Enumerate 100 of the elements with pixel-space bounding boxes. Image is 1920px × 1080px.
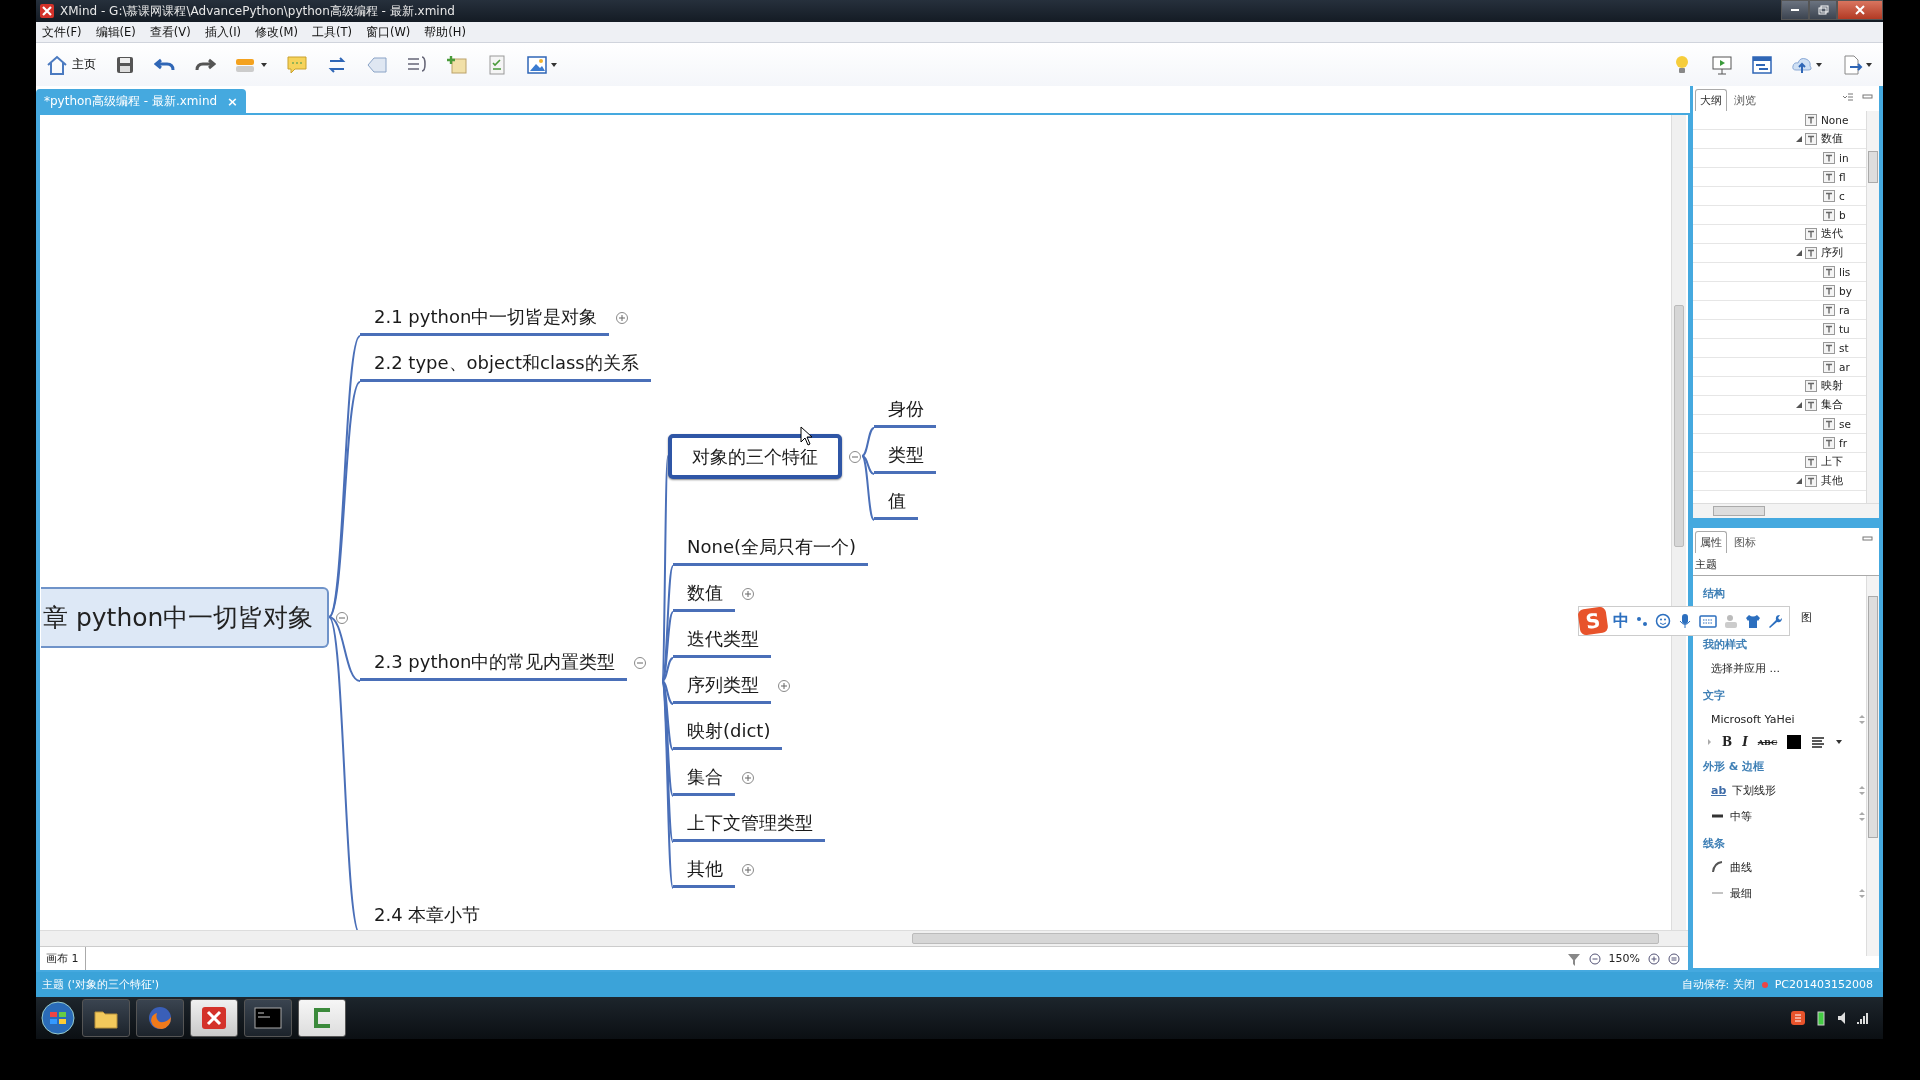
outline-item[interactable]: se [1693, 415, 1866, 434]
outline-item[interactable]: by [1693, 282, 1866, 301]
outline-item[interactable]: lis [1693, 263, 1866, 282]
style-picker[interactable]: 选择并应用 ... [1711, 660, 1866, 676]
menu-item[interactable]: 编辑(E) [95, 24, 136, 40]
panel-tab[interactable]: 大纲 [1695, 89, 1727, 111]
menu-item[interactable]: 插入(I) [204, 24, 242, 40]
outline-item[interactable]: 数值 [1693, 130, 1866, 149]
image-icon[interactable] [526, 53, 548, 76]
vertical-scrollbar[interactable] [1866, 111, 1879, 503]
menu-item[interactable]: 查看(V) [149, 24, 191, 40]
menu-item[interactable]: 帮助(H) [424, 24, 466, 40]
outline-item[interactable]: c [1693, 187, 1866, 206]
volume-icon[interactable] [1837, 1011, 1847, 1025]
panel-tab[interactable]: 浏览 [1729, 89, 1761, 111]
home-button[interactable]: 主页 [46, 53, 96, 76]
outline-item[interactable]: b [1693, 206, 1866, 225]
zoom-in-icon[interactable] [1648, 952, 1660, 965]
collapse-icon[interactable] [633, 656, 648, 670]
outline-item[interactable]: ra [1693, 301, 1866, 320]
font-select[interactable]: Microsoft YaHei [1711, 712, 1852, 726]
topic[interactable]: 2.1 python中一切皆是对象 [360, 300, 610, 336]
microphone-icon[interactable] [1677, 613, 1693, 629]
weight-select[interactable]: 中等 [1730, 808, 1852, 824]
outline-item[interactable]: ar [1693, 358, 1866, 377]
outline-item[interactable]: 上下 [1693, 453, 1866, 472]
menu-item[interactable]: 窗口(W) [365, 24, 411, 40]
zoom-out-icon[interactable] [1588, 952, 1601, 965]
app-icon[interactable] [40, 4, 54, 18]
topic[interactable]: 上下文管理类型 [673, 806, 825, 842]
note-icon[interactable] [446, 53, 468, 76]
start-button-icon[interactable] [40, 1000, 76, 1036]
outline-item[interactable]: 序列 [1693, 244, 1866, 263]
network-icon[interactable] [1857, 1011, 1869, 1025]
topic[interactable]: 身份 [874, 392, 936, 428]
expand-icon[interactable] [741, 771, 755, 785]
presentation-icon[interactable] [1711, 53, 1733, 76]
caret-icon[interactable] [1865, 60, 1873, 69]
shape-select[interactable]: 下划线形 [1732, 782, 1852, 798]
caret-icon[interactable] [550, 60, 558, 69]
taskbar-app[interactable] [298, 999, 346, 1037]
fit-icon[interactable] [1668, 952, 1680, 965]
wrench-icon[interactable] [1767, 613, 1783, 629]
color-swatch[interactable] [1787, 735, 1802, 749]
topic[interactable]: 2.3 python中的常见内置类型 [360, 645, 628, 681]
menu-item[interactable]: 工具(T) [311, 24, 352, 40]
topic[interactable]: 集合 [673, 760, 735, 796]
minimize-icon[interactable] [1862, 534, 1873, 544]
expand-icon[interactable] [615, 311, 630, 325]
topic[interactable]: 迭代类型 [673, 622, 771, 658]
expanded-icon[interactable] [1795, 249, 1803, 257]
task-icon[interactable] [486, 53, 508, 76]
taskbar-app[interactable] [136, 999, 184, 1037]
topic[interactable]: 数值 [673, 576, 735, 612]
outline-item[interactable]: 迭代 [1693, 225, 1866, 244]
caret-icon[interactable] [1815, 60, 1823, 69]
taskbar-app[interactable] [82, 999, 130, 1037]
shirt-icon[interactable] [1745, 613, 1761, 629]
outline-item[interactable]: in [1693, 149, 1866, 168]
taskbar-app[interactable] [244, 999, 292, 1037]
export-icon[interactable] [1841, 53, 1863, 76]
outline-item[interactable]: fr [1693, 434, 1866, 453]
minimize-icon[interactable] [1862, 92, 1873, 102]
filter-icon[interactable] [1566, 951, 1581, 966]
menu-item[interactable]: 文件(F) [42, 24, 82, 40]
input-mode-toggle[interactable]: 中 [1613, 610, 1629, 632]
topic[interactable]: 序列类型 [673, 668, 771, 704]
caret-icon[interactable] [1835, 738, 1844, 746]
format-button[interactable]: ABC [1757, 737, 1778, 747]
outline-item[interactable]: st [1693, 339, 1866, 358]
keyboard-icon[interactable] [1699, 613, 1717, 629]
minimize-button[interactable] [1781, 0, 1809, 20]
view-menu-icon[interactable] [1842, 92, 1854, 102]
expanded-icon[interactable] [1795, 401, 1803, 409]
vertical-scrollbar[interactable] [1671, 115, 1686, 930]
outline-item[interactable]: None [1693, 111, 1866, 130]
collapse-icon[interactable] [335, 610, 349, 625]
outline-item[interactable]: 映射 [1693, 377, 1866, 396]
topic[interactable]: 值 [874, 484, 918, 520]
horizontal-scrollbar[interactable] [1693, 503, 1879, 518]
format-button[interactable]: I [1742, 735, 1748, 749]
panel-tab[interactable]: 图标 [1729, 531, 1761, 553]
central-topic[interactable]: 章 python中一切皆对象 [41, 587, 329, 648]
align-icon[interactable] [1811, 735, 1826, 749]
caret-icon[interactable] [260, 60, 268, 69]
outline-item[interactable]: tu [1693, 320, 1866, 339]
topic[interactable]: 类型 [874, 438, 936, 474]
topic[interactable]: 其他 [673, 852, 735, 888]
panel-tab[interactable]: 属性 [1695, 531, 1727, 553]
battery-icon[interactable] [1815, 1010, 1827, 1026]
close-button[interactable] [1837, 0, 1883, 20]
emoji-icon[interactable] [1655, 613, 1671, 629]
vertical-scrollbar[interactable] [1866, 576, 1879, 956]
input-method-icon[interactable] [1791, 1011, 1805, 1025]
topic[interactable]: 对象的三个特征 [668, 434, 842, 479]
input-method-logo[interactable]: S [1577, 606, 1609, 636]
format-button[interactable]: B [1722, 735, 1733, 749]
topic[interactable]: None(全局只有一个) [673, 530, 868, 566]
line-width-select[interactable]: 最细 [1730, 885, 1852, 901]
outline-item[interactable]: 集合 [1693, 396, 1866, 415]
